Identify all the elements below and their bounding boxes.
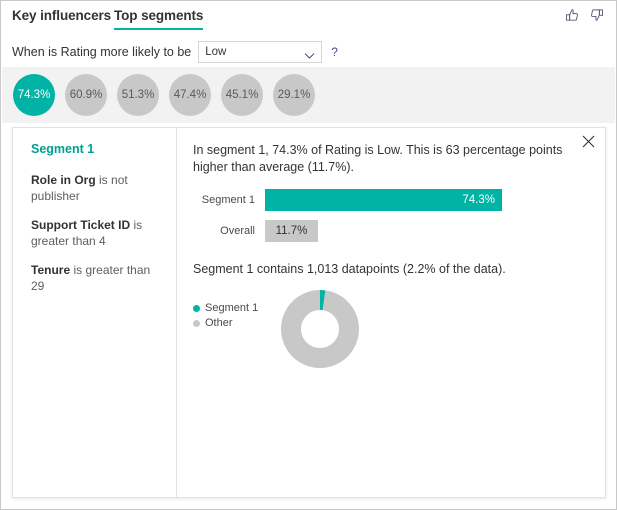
segment-rule-1: Role in Org is not publisher <box>31 172 163 204</box>
segment-donut-section: Segment 1 Other <box>193 290 589 373</box>
segment-charts-column: In segment 1, 74.3% of Rating is Low. Th… <box>177 128 605 497</box>
tab-top-segments-label: Top segments <box>114 8 203 23</box>
segment-rule-3: Tenure is greater than 29 <box>31 262 163 294</box>
legend-dot-segment-icon <box>193 305 200 312</box>
segment-donut-chart <box>281 290 359 373</box>
segment-bubble-1-label: 74.3% <box>18 89 51 101</box>
segment-bubble-3-label: 51.3% <box>122 89 155 101</box>
legend-label-segment: Segment 1 <box>205 302 258 314</box>
segment-datapoints-text: Segment 1 contains 1,013 datapoints (2.2… <box>193 262 589 276</box>
bar-label-overall: Overall <box>193 225 265 237</box>
rating-value-dropdown-value: Low <box>205 46 226 58</box>
segment-rule-3-field: Tenure <box>31 263 70 277</box>
rating-value-dropdown[interactable]: Low <box>198 41 322 63</box>
segment-bubble-5[interactable]: 45.1% <box>221 74 263 116</box>
legend-dot-other-icon <box>193 320 200 327</box>
bar-row-segment: Segment 1 74.3% <box>193 189 589 211</box>
chevron-down-icon <box>304 47 315 65</box>
segment-rule-2-field: Support Ticket ID <box>31 218 130 232</box>
legend-item-other: Other <box>193 317 273 329</box>
bar-value-overall: 11.7% <box>276 225 308 237</box>
tab-top-segments[interactable]: Top segments <box>114 8 203 30</box>
bar-value-segment: 74.3% <box>462 194 502 206</box>
help-icon[interactable]: ? <box>331 45 338 59</box>
tabbar: Key influencers Top segments <box>1 1 616 34</box>
bar-label-segment: Segment 1 <box>193 194 265 206</box>
segment-rule-2: Support Ticket ID is greater than 4 <box>31 217 163 249</box>
donut-svg <box>281 290 359 368</box>
tab-key-influencers-label: Key influencers <box>12 8 111 23</box>
segment-bubble-6-label: 29.1% <box>278 89 311 101</box>
question-row: When is Rating more likely to be Low ? <box>1 37 616 67</box>
segment-bubble-list: 74.3% 60.9% 51.3% 47.4% 45.1% 29.1% <box>13 74 315 116</box>
close-icon[interactable] <box>579 132 597 150</box>
thumbs-up-icon[interactable] <box>565 8 580 23</box>
thumbs-down-icon[interactable] <box>589 8 604 23</box>
bar-row-overall: Overall 11.7% <box>193 220 589 242</box>
bar-segment: 74.3% <box>265 189 502 211</box>
legend-label-other: Other <box>205 317 233 329</box>
segment-bubble-4-label: 47.4% <box>174 89 207 101</box>
segment-strip: 74.3% 60.9% 51.3% 47.4% 45.1% 29.1% <box>2 67 615 123</box>
feedback-icons <box>565 8 604 23</box>
segment-comparison-bar-chart: Segment 1 74.3% Overall 11.7% <box>193 189 589 242</box>
segment-rule-1-field: Role in Org <box>31 173 96 187</box>
segment-summary-text: In segment 1, 74.3% of Rating is Low. Th… <box>193 142 578 175</box>
segment-bubble-1[interactable]: 74.3% <box>13 74 55 116</box>
segment-bubble-6[interactable]: 29.1% <box>273 74 315 116</box>
legend-item-segment: Segment 1 <box>193 302 273 314</box>
key-influencers-visual: Key influencers Top segments When is Rat… <box>0 0 617 510</box>
bar-overall: 11.7% <box>265 220 318 242</box>
segment-detail-panel: Segment 1 Role in Org is not publisher S… <box>12 127 606 498</box>
question-label: When is Rating more likely to be <box>12 45 191 59</box>
segment-bubble-5-label: 45.1% <box>226 89 259 101</box>
segment-rules-column: Segment 1 Role in Org is not publisher S… <box>13 128 177 497</box>
segment-bubble-4[interactable]: 47.4% <box>169 74 211 116</box>
segment-bubble-2[interactable]: 60.9% <box>65 74 107 116</box>
tab-key-influencers[interactable]: Key influencers <box>12 8 111 28</box>
segment-bubble-3[interactable]: 51.3% <box>117 74 159 116</box>
donut-legend: Segment 1 Other <box>193 290 273 332</box>
segment-bubble-2-label: 60.9% <box>70 89 103 101</box>
segment-title: Segment 1 <box>31 142 163 156</box>
